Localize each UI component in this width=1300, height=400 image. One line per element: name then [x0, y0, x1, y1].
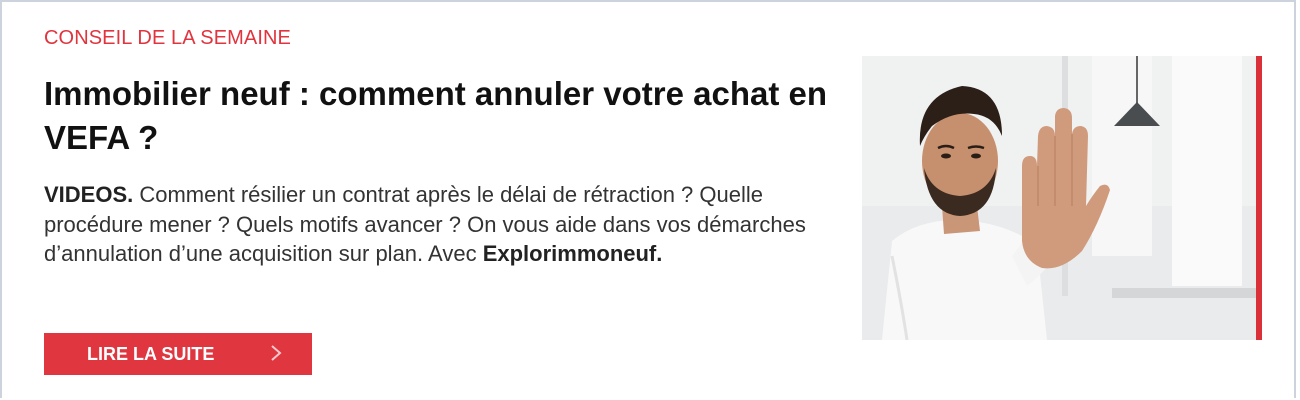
article-photo[interactable]: [862, 56, 1262, 340]
read-more-label: LIRE LA SUITE: [87, 343, 215, 364]
description-body: Comment résilier un contrat après le dél…: [44, 182, 806, 266]
article-title[interactable]: Immobilier neuf : comment annuler votre …: [44, 72, 844, 160]
read-more-button[interactable]: LIRE LA SUITE: [44, 333, 312, 375]
chevron-right-icon: [271, 345, 282, 361]
article-description: VIDEOS. Comment résilier un contrat aprè…: [44, 180, 834, 269]
description-brand: Explorimmoneuf.: [482, 241, 663, 266]
photo-accent-bar: [1256, 56, 1262, 340]
section-kicker: CONSEIL DE LA SEMAINE: [44, 27, 291, 49]
man-stop-gesture-image: [862, 56, 1262, 340]
description-lead: VIDEOS.: [44, 182, 134, 207]
